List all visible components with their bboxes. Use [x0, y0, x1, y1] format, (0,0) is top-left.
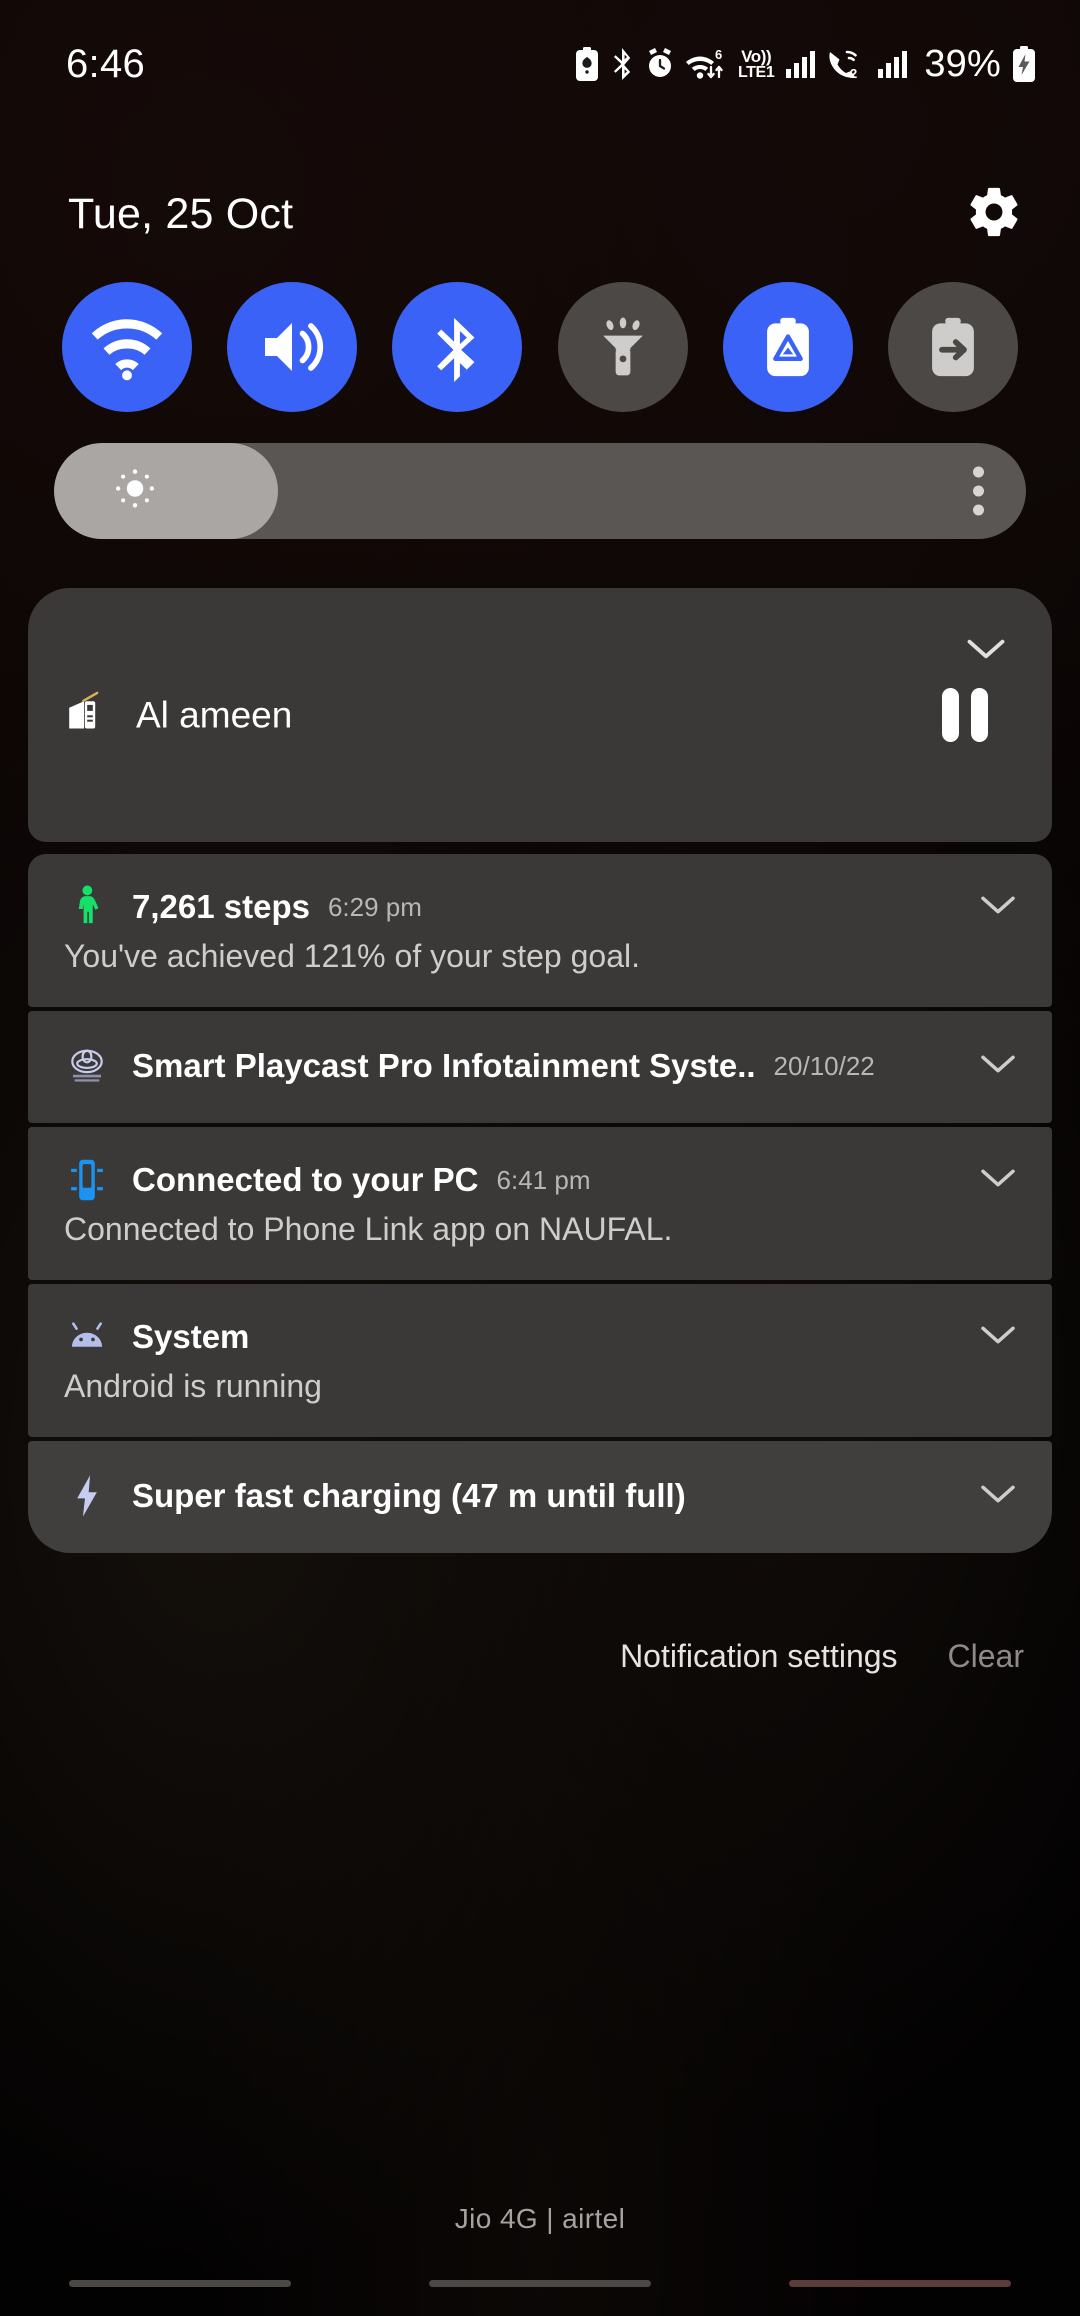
svg-text:6: 6 [715, 47, 722, 62]
chevron-down-icon[interactable] [978, 1052, 1018, 1081]
notification-title: Super fast charging (47 m until full) [132, 1477, 686, 1514]
volte-top-label: Vo)) [741, 46, 772, 66]
notification-infotainment[interactable]: Smart Playcast Pro Infotainment Syste.. … [28, 1011, 1052, 1123]
date-label: Tue, 25 Oct [68, 189, 294, 238]
alarm-icon [646, 48, 674, 80]
notification-settings-button[interactable]: Notification settings [620, 1638, 897, 1675]
flashlight-icon [589, 313, 657, 381]
pause-bar [971, 688, 988, 742]
wifi-calling-icon: 2 [826, 48, 866, 80]
svg-text:2: 2 [850, 66, 857, 80]
car-brand-icon [64, 1043, 110, 1089]
media-title: Al ameen [136, 694, 293, 735]
qs-tile-wireless-powershare[interactable] [887, 282, 1018, 412]
notification-body: Connected to Phone Link app on NAUFAL. [64, 1211, 673, 1247]
notification-time: 6:29 pm [327, 891, 422, 922]
notification-body: You've achieved 121% of your step goal. [64, 938, 640, 974]
battery-percent-label: 39% [924, 42, 1001, 85]
navigation-bar [0, 2250, 1080, 2316]
bluetooth-icon [422, 312, 492, 382]
notification-list: Al ameen 7,261 steps 6:29 pm You've achi… [28, 588, 1052, 1553]
pause-button[interactable] [942, 688, 988, 742]
notification-charging[interactable]: Super fast charging (47 m until full) [28, 1441, 1052, 1553]
qs-tile-power-saving[interactable] [722, 282, 853, 412]
qs-tile-wifi[interactable] [62, 282, 192, 412]
notification-title: 7,261 steps [132, 888, 310, 925]
notification-header: System [28, 1314, 1052, 1360]
wifi-data-icon: 6 [685, 47, 727, 81]
notification-actions: Notification settings Clear [0, 1638, 1080, 1675]
nav-back-hint[interactable] [789, 2279, 1011, 2287]
qs-tile-flashlight[interactable] [557, 282, 688, 412]
quick-settings-header: Tue, 25 Oct [0, 166, 1080, 262]
notification-steps[interactable]: 7,261 steps 6:29 pm You've achieved 121%… [28, 854, 1052, 1007]
nav-home-hint[interactable] [429, 2279, 651, 2287]
notification-header: 7,261 steps 6:29 pm [28, 884, 1052, 930]
brightness-sun-icon [112, 466, 158, 517]
media-info: Al ameen [64, 691, 292, 740]
notification-title: Smart Playcast Pro Infotainment Syste.. [132, 1047, 756, 1084]
notification-time: 20/10/22 [773, 1050, 875, 1081]
pause-bar [942, 688, 959, 742]
notification-header: Super fast charging (47 m until full) [28, 1473, 1052, 1519]
settings-button[interactable] [948, 168, 1040, 260]
battery-eco-icon [755, 314, 821, 380]
kebab-dot [973, 466, 984, 478]
wifi-icon [90, 310, 164, 384]
media-notification[interactable]: Al ameen [28, 588, 1052, 842]
status-bar: 6:46 6 Vo)) LTE1 2 39% [0, 0, 1080, 128]
quick-settings-tiles [0, 282, 1080, 412]
notification-system[interactable]: System Android is running [28, 1284, 1052, 1437]
notification-header: Connected to your PC 6:41 pm [28, 1157, 1052, 1203]
brightness-slider[interactable] [54, 443, 1026, 539]
bluetooth-icon [611, 47, 635, 81]
notification-title: Connected to your PC [132, 1161, 479, 1198]
walking-person-icon [64, 884, 110, 930]
notification-phone-link[interactable]: Connected to your PC 6:41 pm Connected t… [28, 1127, 1052, 1280]
qs-tile-bluetooth[interactable] [392, 282, 523, 412]
notification-shade: 6:46 6 Vo)) LTE1 2 39% Tue, 25 Oct Al am… [0, 0, 1080, 2316]
chevron-down-icon[interactable] [978, 1166, 1018, 1195]
gear-icon [965, 183, 1023, 246]
battery-saver-icon [574, 47, 600, 81]
kebab-dot [973, 485, 984, 497]
notification-time: 6:41 pm [496, 1164, 591, 1195]
bolt-icon [64, 1473, 110, 1519]
signal-bars-2-icon [877, 49, 908, 79]
kebab-menu-icon[interactable] [973, 466, 984, 516]
clear-all-button[interactable]: Clear [948, 1638, 1024, 1675]
signal-bars-icon [785, 49, 816, 79]
kebab-dot [973, 504, 984, 516]
speaker-icon [256, 311, 328, 383]
notification-title: System [132, 1318, 250, 1355]
charging-battery-icon [1012, 46, 1036, 82]
nav-recents-hint[interactable] [69, 2279, 291, 2287]
carrier-label: Jio 4G | airtel [454, 2203, 626, 2234]
chevron-down-icon[interactable] [964, 636, 1008, 667]
qs-tile-sound[interactable] [227, 282, 358, 412]
chevron-down-icon[interactable] [978, 1482, 1018, 1511]
phone-link-icon [64, 1157, 110, 1203]
status-clock: 6:46 [66, 41, 146, 86]
radio-icon [64, 691, 112, 740]
android-icon [64, 1314, 110, 1360]
volte-bottom-label: LTE1 [738, 63, 775, 81]
status-icons: 6 Vo)) LTE1 2 39% [574, 43, 1036, 86]
chevron-down-icon[interactable] [978, 893, 1018, 922]
volte-icon: Vo)) LTE1 [738, 46, 775, 81]
notification-header: Smart Playcast Pro Infotainment Syste.. … [28, 1043, 1052, 1089]
chevron-down-icon[interactable] [978, 1323, 1018, 1352]
notification-body: Android is running [64, 1368, 322, 1404]
battery-share-icon [920, 314, 986, 380]
brightness-slider-fill [54, 443, 278, 539]
